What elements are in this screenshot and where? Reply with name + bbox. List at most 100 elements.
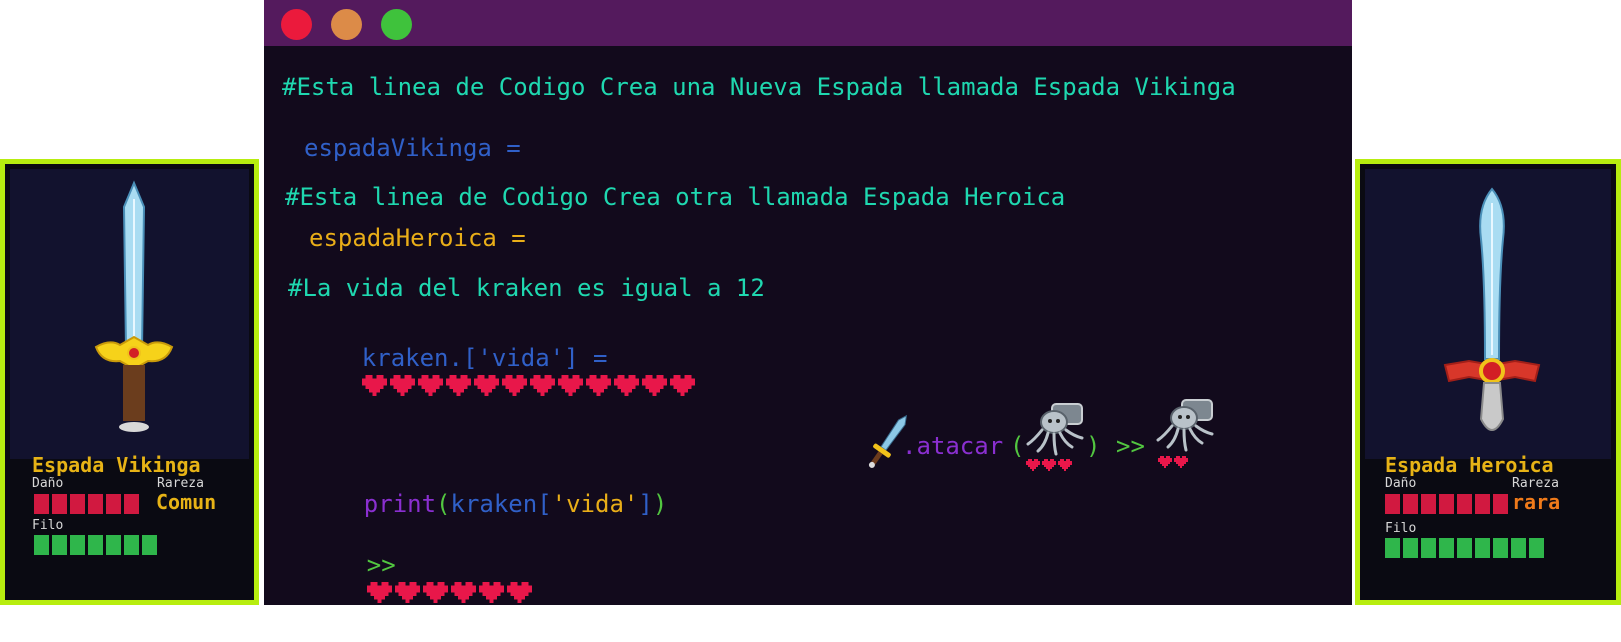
heart-icon bbox=[501, 374, 527, 397]
heart-icon bbox=[473, 374, 499, 397]
code-comment-heroica: #Esta linea de Codigo Crea otra llamada … bbox=[285, 183, 1066, 211]
code-assign-vikinga: espadaVikinga = bbox=[304, 134, 521, 162]
edge-segment bbox=[70, 535, 85, 555]
damage-label: Daño bbox=[32, 476, 64, 491]
kraken-hearts-before bbox=[1026, 457, 1074, 476]
card-title: Espada Heroica bbox=[1385, 453, 1554, 477]
rarity-label: Rareza bbox=[1512, 476, 1559, 491]
damage-segment bbox=[1475, 494, 1490, 514]
damage-segment bbox=[1457, 494, 1472, 514]
heart-icon bbox=[506, 581, 532, 604]
damage-bar bbox=[34, 494, 139, 514]
damage-segment bbox=[1493, 494, 1508, 514]
edge-segment bbox=[1403, 538, 1418, 558]
attack-close-paren: ) bbox=[1086, 432, 1101, 460]
damage-segment bbox=[1439, 494, 1454, 514]
heart-icon bbox=[613, 374, 639, 397]
damage-segment bbox=[1421, 494, 1436, 514]
edge-segment bbox=[1475, 538, 1490, 558]
damage-segment bbox=[34, 494, 49, 514]
attack-illustration: .atacar ( ) >> bbox=[866, 399, 1214, 490]
print-key: 'vida' bbox=[551, 490, 639, 518]
attack-result-arrow: >> bbox=[1116, 432, 1145, 460]
heart-icon bbox=[417, 374, 443, 397]
heart-icon bbox=[1026, 459, 1040, 471]
kraken-assign-text: kraken.['vida'] = bbox=[361, 344, 608, 372]
damage-segment bbox=[52, 494, 67, 514]
edge-segment bbox=[124, 535, 139, 555]
print-argument: kraken[ bbox=[450, 490, 552, 518]
print-function: print bbox=[363, 490, 437, 518]
heart-icon bbox=[1158, 456, 1172, 468]
heart-icon bbox=[422, 581, 448, 604]
print-close-paren: ) bbox=[652, 490, 668, 518]
card-art bbox=[10, 169, 249, 459]
kraken-life-hearts bbox=[361, 373, 698, 405]
heart-icon bbox=[585, 374, 611, 397]
heart-icon bbox=[389, 374, 415, 397]
heart-icon bbox=[445, 374, 471, 397]
attack-open-paren: ( bbox=[1010, 432, 1025, 460]
kraken-hearts-after bbox=[1158, 454, 1190, 473]
card-title: Espada Vikinga bbox=[32, 453, 201, 477]
heart-icon bbox=[669, 374, 695, 397]
damage-segment bbox=[1403, 494, 1418, 514]
heart-icon bbox=[366, 581, 392, 604]
code-editor-window: #Esta linea de Codigo Crea una Nueva Esp… bbox=[264, 0, 1352, 605]
title-bar bbox=[264, 0, 1352, 46]
damage-segment bbox=[70, 494, 85, 514]
heart-icon bbox=[529, 374, 555, 397]
heart-icon bbox=[1042, 459, 1056, 471]
kraken-result-icon bbox=[1156, 399, 1214, 452]
edge-label: Filo bbox=[32, 518, 64, 533]
viking-sword-icon bbox=[94, 180, 174, 432]
minimize-button[interactable] bbox=[331, 9, 362, 40]
rarity-label: Rareza bbox=[157, 476, 204, 491]
code-output: >> bbox=[309, 520, 535, 642]
print-open-paren: ( bbox=[436, 490, 451, 518]
damage-segment bbox=[106, 494, 121, 514]
edge-segment bbox=[106, 535, 121, 555]
edge-segment bbox=[1439, 538, 1454, 558]
heart-icon bbox=[478, 581, 504, 604]
heart-icon bbox=[1174, 456, 1188, 468]
edge-segment bbox=[1457, 538, 1472, 558]
code-comment-vikinga: #Esta linea de Codigo Crea una Nueva Esp… bbox=[282, 73, 1236, 101]
code-assign-kraken-life: kraken.['vida'] = bbox=[304, 313, 698, 435]
damage-label: Daño bbox=[1385, 476, 1417, 491]
code-assign-heroica: espadaHeroica = bbox=[309, 224, 526, 252]
edge-segment bbox=[1421, 538, 1436, 558]
edge-segment bbox=[34, 535, 49, 555]
print-close-bracket: ] bbox=[638, 490, 653, 518]
card-art bbox=[1365, 169, 1611, 459]
heart-icon bbox=[641, 374, 667, 397]
damage-segment bbox=[88, 494, 103, 514]
maximize-button[interactable] bbox=[381, 9, 412, 40]
rarity-value: rara bbox=[1512, 490, 1561, 514]
edge-bar bbox=[34, 535, 157, 555]
sword-card-vikinga[interactable]: Espada Vikinga Daño Rareza Comun Filo bbox=[0, 159, 259, 605]
damage-segment bbox=[1385, 494, 1400, 514]
edge-segment bbox=[142, 535, 157, 555]
kraken-icon bbox=[1026, 403, 1084, 456]
damage-bar bbox=[1385, 494, 1508, 514]
output-hearts bbox=[366, 580, 535, 612]
sword-card-heroica[interactable]: Espada Heroica Daño Rareza rara Filo bbox=[1355, 159, 1621, 605]
edge-segment bbox=[52, 535, 67, 555]
heart-icon bbox=[557, 374, 583, 397]
edge-segment bbox=[1385, 538, 1400, 558]
heart-icon bbox=[450, 581, 476, 604]
edge-segment bbox=[1529, 538, 1544, 558]
code-comment-kraken: #La vida del kraken es igual a 12 bbox=[288, 274, 765, 302]
rarity-value: Comun bbox=[156, 490, 217, 514]
output-prompt: >> bbox=[366, 551, 396, 579]
attack-method: .atacar bbox=[902, 432, 1004, 460]
edge-bar bbox=[1385, 538, 1544, 558]
heroic-sword-icon bbox=[1443, 187, 1541, 431]
damage-segment bbox=[124, 494, 139, 514]
heart-icon bbox=[394, 581, 420, 604]
edge-segment bbox=[88, 535, 103, 555]
edge-label: Filo bbox=[1385, 521, 1417, 536]
heart-icon bbox=[1058, 459, 1072, 471]
close-button[interactable] bbox=[281, 9, 312, 40]
